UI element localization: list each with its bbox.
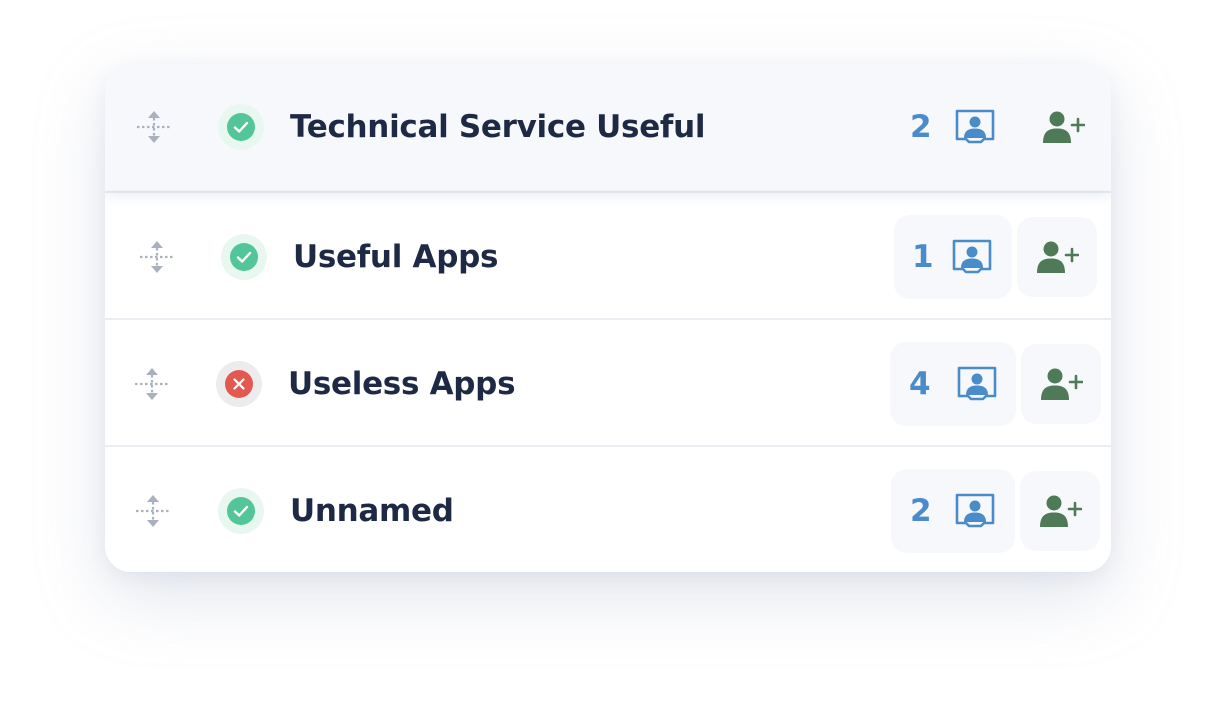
drag-move-icon[interactable] — [134, 366, 170, 402]
contacts-count-button[interactable]: 4 — [890, 341, 1016, 426]
add-user-icon — [1037, 241, 1079, 273]
status-badge-ok — [221, 233, 267, 280]
list-row[interactable]: Useless Apps 4 — [105, 318, 1111, 447]
drag-move-icon[interactable] — [135, 493, 171, 529]
add-user-button[interactable] — [1023, 87, 1103, 167]
status-badge-error — [216, 360, 262, 407]
check-icon — [227, 113, 255, 141]
drag-move-icon[interactable] — [139, 239, 175, 275]
contact-folder-icon — [955, 109, 995, 144]
row-name: Unnamed — [290, 492, 454, 529]
contacts-count-button[interactable]: 2 — [891, 468, 1015, 553]
list-row[interactable]: Unnamed 2 — [105, 445, 1111, 572]
contacts-count: 4 — [909, 365, 931, 402]
add-user-icon — [1043, 111, 1085, 143]
add-user-icon — [1040, 495, 1082, 527]
add-user-button[interactable] — [1017, 216, 1097, 297]
add-user-button[interactable] — [1020, 470, 1100, 551]
drag-move-icon[interactable] — [136, 109, 172, 145]
status-badge-ok — [218, 104, 264, 150]
check-icon — [230, 242, 258, 271]
check-icon — [227, 496, 255, 525]
list-row[interactable]: Technical Service Useful 2 — [105, 64, 1111, 190]
add-user-button[interactable] — [1021, 343, 1101, 424]
contacts-count-button[interactable]: 1 — [894, 214, 1012, 299]
row-name: Technical Service Useful — [290, 109, 706, 145]
contacts-count: 2 — [910, 109, 932, 145]
add-user-icon — [1041, 368, 1083, 400]
contacts-count-button[interactable]: 2 — [892, 85, 1012, 169]
contacts-count: 2 — [910, 492, 932, 529]
row-name: Useful Apps — [293, 238, 499, 275]
group-list-card: Technical Service Useful 2 Useful Apps 1… — [105, 64, 1111, 572]
contact-folder-icon — [957, 366, 997, 400]
status-badge-ok — [218, 487, 264, 534]
x-icon — [225, 369, 253, 398]
contact-folder-icon — [955, 493, 995, 527]
row-name: Useless Apps — [288, 365, 516, 402]
stage: Technical Service Useful 2 Useful Apps 1… — [0, 0, 1216, 716]
list-row[interactable]: Useful Apps 1 — [105, 191, 1111, 320]
contact-folder-icon — [952, 239, 992, 273]
contacts-count: 1 — [912, 238, 934, 275]
